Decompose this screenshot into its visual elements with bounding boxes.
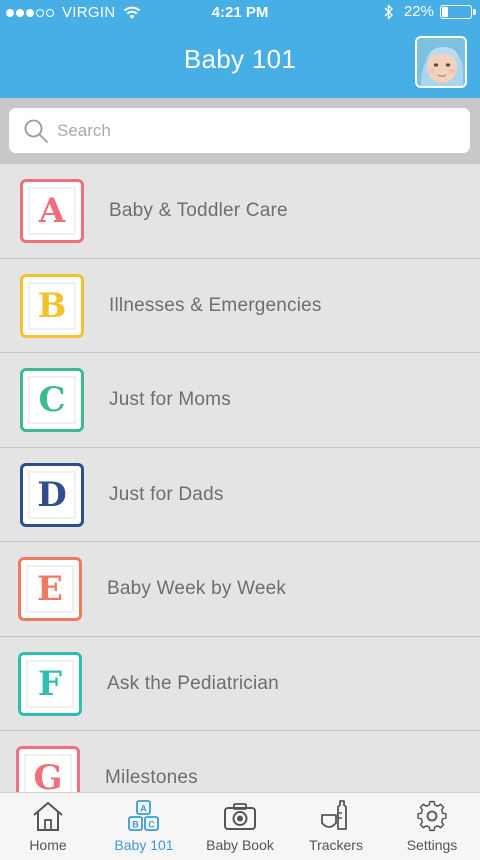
tab-settings[interactable]: Settings <box>384 793 480 860</box>
search-bar <box>0 98 480 164</box>
tab-trackers[interactable]: Trackers <box>288 793 384 860</box>
battery-percent: 22% <box>403 3 434 20</box>
tab-home[interactable]: Home <box>0 793 96 860</box>
topic-label: Milestones <box>105 767 198 788</box>
letter-block-a-icon: A <box>20 179 84 243</box>
block-letter: C <box>38 380 66 420</box>
topic-item-milestones[interactable]: G Milestones <box>0 731 480 792</box>
svg-text:A: A <box>140 804 147 814</box>
letter-block-b-icon: B <box>20 273 84 338</box>
status-bar: VIRGIN 4:21 PM 22% <box>0 0 480 26</box>
search-icon <box>24 119 48 143</box>
topic-label: Ask the Pediatrician <box>107 672 279 694</box>
topic-label: Baby Week by Week <box>107 578 287 599</box>
topic-label: Illnesses & Emergencies <box>109 294 322 316</box>
letter-block-e-icon: E <box>18 557 82 621</box>
tab-label: Baby Book <box>206 837 274 853</box>
block-letter: E <box>37 569 63 609</box>
tab-label: Trackers <box>309 837 363 853</box>
tab-bar: Home A B C Baby 101 Baby Book Trackers S… <box>0 792 480 860</box>
topic-label: Just for Moms <box>109 389 231 410</box>
page-title: Baby 101 <box>183 44 297 74</box>
block-letter: B <box>37 285 67 326</box>
app-header: VIRGIN 4:21 PM 22% Baby 101 <box>0 0 480 98</box>
block-letter: A <box>38 191 66 231</box>
status-right: 22% <box>384 3 476 20</box>
topic-item-illnesses-emergencies[interactable]: B Illnesses & Emergencies <box>0 259 480 353</box>
topic-item-just-for-dads[interactable]: D Just for Dads <box>0 448 480 542</box>
topic-item-baby-week-by-week[interactable]: E Baby Week by Week <box>0 542 480 637</box>
block-letter: G <box>33 758 63 792</box>
gear-icon <box>417 800 447 832</box>
topic-label: Just for Dads <box>109 483 224 505</box>
letter-block-d-icon: D <box>20 462 84 527</box>
tab-baby-101[interactable]: A B C Baby 101 <box>96 793 192 860</box>
bluetooth-icon <box>384 3 393 20</box>
topic-item-baby-toddler-care[interactable]: A Baby & Toddler Care <box>0 164 480 259</box>
topic-label: Baby & Toddler Care <box>109 200 288 221</box>
block-letter: D <box>37 474 67 515</box>
abc-blocks-icon: A B C <box>128 800 159 831</box>
battery-icon <box>440 4 476 19</box>
tab-label: Settings <box>406 837 458 853</box>
svg-text:B: B <box>132 820 139 830</box>
letter-block-c-icon: C <box>20 368 84 432</box>
svg-text:C: C <box>148 820 155 830</box>
letter-block-f-icon: F <box>18 651 82 716</box>
search-input[interactable] <box>57 114 457 147</box>
home-icon <box>33 802 63 831</box>
topic-item-ask-the-pediatrician[interactable]: F Ask the Pediatrician <box>0 637 480 731</box>
baby-photo-avatar <box>417 38 465 86</box>
tab-baby-book[interactable]: Baby Book <box>192 793 288 860</box>
tab-label: Home <box>29 837 67 853</box>
baby-avatar[interactable] <box>415 36 467 88</box>
search-box[interactable] <box>9 108 470 153</box>
bottle-diaper-icon <box>321 800 347 830</box>
topic-item-just-for-moms[interactable]: C Just for Moms <box>0 353 480 448</box>
battery-level-fill <box>442 6 448 17</box>
topic-list: A Baby & Toddler Care B Illnesses & Emer… <box>0 164 480 792</box>
letter-block-g-icon: G <box>16 746 80 792</box>
camera-icon <box>224 803 256 830</box>
block-letter: F <box>37 663 63 704</box>
tab-label: Baby 101 <box>114 837 174 853</box>
